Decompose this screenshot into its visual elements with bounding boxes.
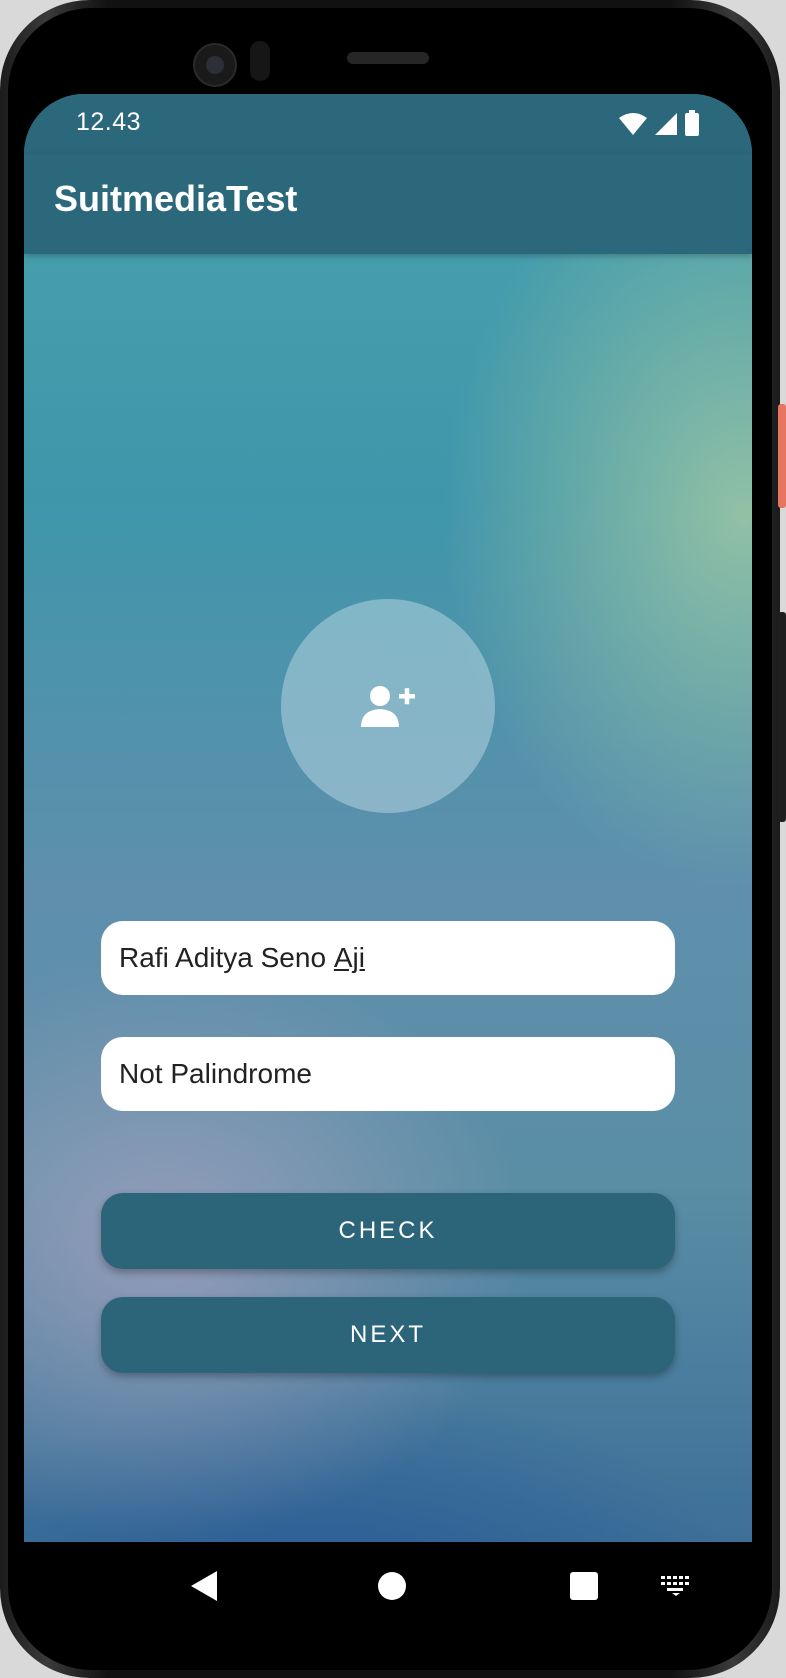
side-button-volume bbox=[778, 612, 786, 822]
battery-icon bbox=[685, 110, 699, 136]
navigation-bar bbox=[24, 1542, 752, 1630]
earpiece-speaker bbox=[347, 52, 429, 64]
back-icon bbox=[191, 1571, 217, 1601]
recents-button[interactable] bbox=[554, 1542, 614, 1630]
proximity-sensor bbox=[250, 41, 270, 81]
home-icon bbox=[378, 1572, 406, 1600]
status-bar: 12.43 bbox=[24, 94, 752, 154]
keyboard-switch-button[interactable] bbox=[646, 1542, 706, 1630]
name-input[interactable]: Rafi Aditya Seno Aji bbox=[101, 921, 675, 995]
check-button[interactable]: CHECK bbox=[101, 1193, 675, 1269]
recents-icon bbox=[570, 1572, 598, 1600]
front-camera bbox=[193, 43, 237, 87]
home-button[interactable] bbox=[362, 1542, 422, 1630]
name-input-composing-word: Aji bbox=[333, 942, 365, 973]
palindrome-input[interactable]: Not Palindrome bbox=[101, 1037, 675, 1111]
side-button-power bbox=[778, 404, 786, 508]
back-button[interactable] bbox=[174, 1542, 234, 1630]
screen: 12.43 SuitmediaTest Rafi Aditya Seno Aji bbox=[24, 94, 752, 1542]
keyboard-icon bbox=[661, 1576, 689, 1596]
palindrome-input-text: Not Palindrome bbox=[119, 1058, 312, 1089]
cellular-signal-icon bbox=[655, 113, 677, 135]
app-bar: SuitmediaTest bbox=[24, 154, 752, 254]
next-button[interactable]: NEXT bbox=[101, 1297, 675, 1373]
add-user-icon bbox=[361, 686, 415, 727]
name-input-text: Rafi Aditya Seno bbox=[119, 942, 334, 973]
status-time: 12.43 bbox=[76, 108, 142, 136]
app-title: SuitmediaTest bbox=[54, 178, 298, 219]
wifi-icon bbox=[619, 113, 647, 135]
status-icons bbox=[618, 110, 700, 136]
add-photo-button[interactable] bbox=[281, 599, 495, 813]
